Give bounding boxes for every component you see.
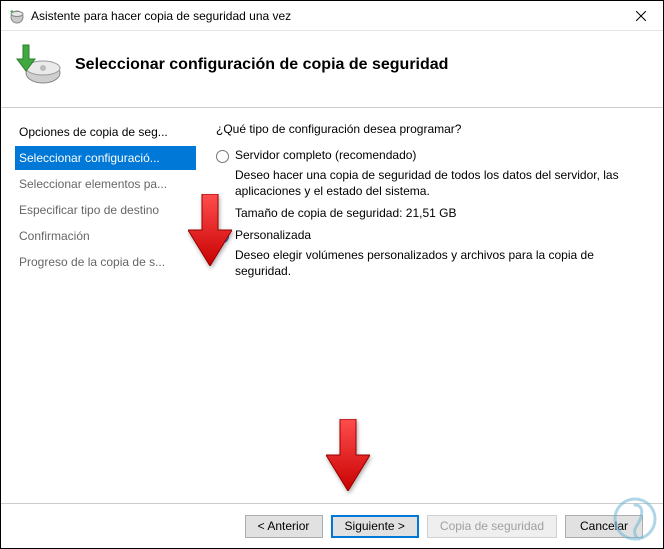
wizard-header: Seleccionar configuración de copia de se… <box>1 31 663 108</box>
option-custom[interactable]: Personalizada <box>216 228 633 243</box>
back-button[interactable]: < Anterior <box>245 515 323 538</box>
step-progress: Progreso de la copia de s... <box>15 250 196 274</box>
close-icon <box>636 11 646 21</box>
backup-wizard-icon <box>15 41 63 89</box>
config-question: ¿Qué tipo de configuración desea program… <box>216 122 633 136</box>
option-full-desc: Deseo hacer una copia de seguridad de to… <box>235 167 633 199</box>
page-title: Seleccionar configuración de copia de se… <box>75 56 448 74</box>
next-button[interactable]: Siguiente > <box>331 515 419 538</box>
option-custom-desc: Deseo elegir volúmenes personalizados y … <box>235 247 633 279</box>
option-full-server[interactable]: Servidor completo (recomendado) <box>216 148 633 163</box>
option-full-size: Tamaño de copia de seguridad: 21,51 GB <box>235 205 633 221</box>
main-panel: ¿Qué tipo de configuración desea program… <box>196 108 663 493</box>
step-destination: Especificar tipo de destino <box>15 198 196 222</box>
wizard-buttons: < Anterior Siguiente > Copia de segurida… <box>1 503 663 548</box>
option-full-label: Servidor completo (recomendado) <box>235 148 416 162</box>
radio-full-server[interactable] <box>216 150 229 163</box>
close-button[interactable] <box>618 1 663 31</box>
steps-sidebar: Opciones de copia de seg... Seleccionar … <box>1 108 196 493</box>
titlebar: Asistente para hacer copia de seguridad … <box>1 1 663 31</box>
window-title: Asistente para hacer copia de seguridad … <box>31 9 618 23</box>
step-select-items: Seleccionar elementos pa... <box>15 172 196 196</box>
backup-button: Copia de seguridad <box>427 515 557 538</box>
app-icon <box>9 8 25 24</box>
step-options[interactable]: Opciones de copia de seg... <box>15 120 196 144</box>
option-custom-label: Personalizada <box>235 228 311 242</box>
radio-custom[interactable] <box>216 230 229 243</box>
content-area: Opciones de copia de seg... Seleccionar … <box>1 108 663 493</box>
step-confirmation: Confirmación <box>15 224 196 248</box>
watermark-icon <box>611 495 659 546</box>
step-select-config[interactable]: Seleccionar configuració... <box>15 146 196 170</box>
